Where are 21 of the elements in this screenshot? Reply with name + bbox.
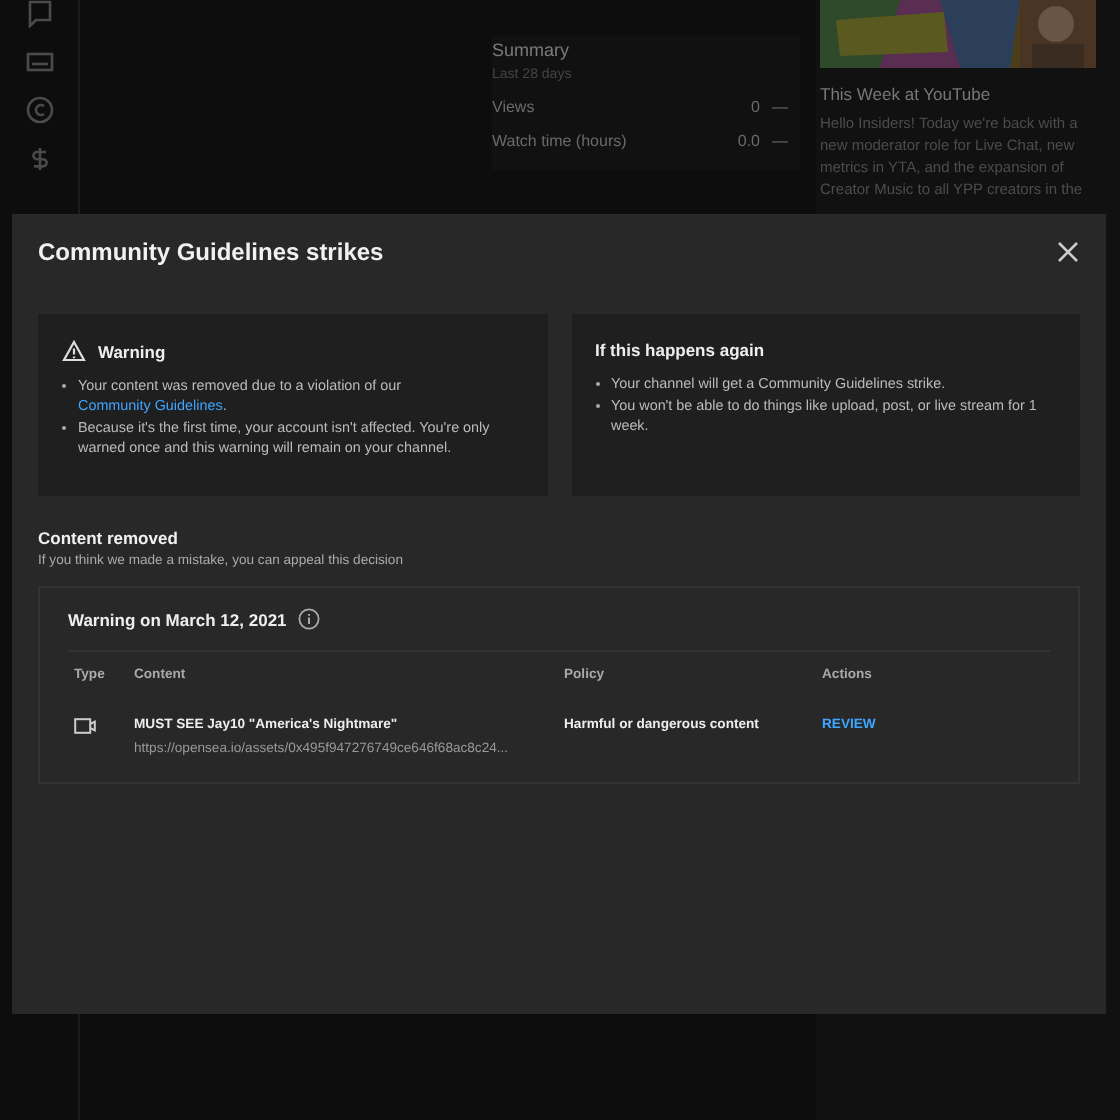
card-title: Warning [98, 341, 166, 361]
news-title: This Week at YouTube [820, 84, 993, 104]
metric-label: Views [492, 98, 537, 116]
close-icon [1056, 240, 1080, 264]
metric-value: 0.0 [737, 132, 760, 150]
video-icon [74, 718, 96, 734]
info-icon[interactable] [298, 608, 321, 630]
section-title: Content removed [38, 528, 180, 548]
card-title: If this happens again [595, 340, 765, 360]
close-button[interactable] [1056, 240, 1080, 264]
metric-trend: — [772, 132, 788, 150]
comment-icon[interactable] [25, 0, 53, 28]
warning-title: Warning on March 12, 2021 [68, 609, 287, 629]
copyright-icon[interactable] [25, 96, 53, 124]
metric-label: Watch time (hours) [492, 132, 629, 150]
dialog-title: Community Guidelines strikes [38, 238, 384, 266]
warning-icon [62, 340, 86, 362]
summary-title: Summary [492, 40, 572, 60]
metric-value: 0 [751, 98, 760, 116]
subtitles-icon[interactable] [25, 48, 53, 76]
metric-trend: — [772, 98, 788, 116]
